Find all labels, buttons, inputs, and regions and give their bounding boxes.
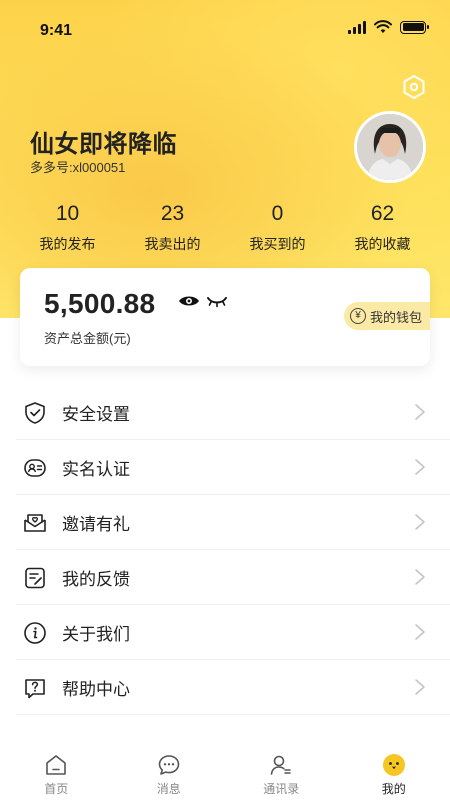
visibility-toggle[interactable] (178, 294, 228, 308)
home-icon (46, 755, 67, 775)
chevron-right-icon (415, 459, 425, 475)
tab-label: 通讯录 (263, 782, 300, 796)
wallet-card: 5,500.88 资产总金额(元) ¥ 我的钱包 (20, 268, 430, 366)
wifi-icon (374, 20, 392, 33)
user-id-label: 多多号: (30, 160, 73, 175)
menu-item-about[interactable]: 关于我们 (0, 605, 450, 660)
signal-icon (348, 20, 366, 34)
stat-bought[interactable]: 0 我买到的 (225, 200, 330, 254)
stat-value: 10 (55, 202, 80, 225)
stat-sold[interactable]: 23 我卖出的 (120, 200, 225, 254)
menu-item-label: 安全设置 (62, 405, 130, 424)
eye-open-icon[interactable] (178, 294, 200, 308)
tab-profile[interactable]: 我的 (338, 745, 450, 800)
stat-value: 23 (160, 202, 185, 225)
tab-contacts[interactable]: 通讯录 (225, 745, 338, 800)
stats-row: 10 我的发布 23 我卖出的 0 我买到的 62 我的收藏 (15, 200, 435, 254)
menu-item-label: 帮助中心 (62, 680, 130, 699)
eye-closed-icon[interactable] (206, 294, 228, 308)
chevron-right-icon (415, 624, 425, 640)
tab-home[interactable]: 首页 (0, 745, 113, 800)
chevron-right-icon (415, 679, 425, 695)
envelope-icon (22, 510, 48, 536)
my-wallet-button[interactable]: ¥ 我的钱包 (343, 302, 430, 330)
stat-value: 62 (370, 202, 395, 225)
chevron-right-icon (415, 569, 425, 585)
stat-label: 我卖出的 (144, 236, 201, 252)
status-icons (348, 20, 429, 34)
avatar-portrait (357, 114, 423, 180)
settings-icon[interactable] (401, 74, 427, 100)
tab-label: 消息 (156, 782, 181, 796)
message-icon (158, 755, 180, 775)
tab-messages[interactable]: 消息 (113, 745, 226, 800)
wallet-label: 资产总金额(元) (44, 331, 131, 346)
stat-favorites[interactable]: 62 我的收藏 (330, 200, 435, 254)
feedback-icon (22, 565, 48, 591)
battery-icon (400, 20, 429, 34)
menu-item-verification[interactable]: 实名认证 (0, 440, 450, 495)
menu-item-label: 邀请有礼 (62, 515, 130, 534)
menu-item-label: 实名认证 (62, 460, 130, 479)
chevron-right-icon (415, 404, 425, 420)
status-bar: 9:41 (0, 0, 450, 60)
stat-label: 我买到的 (249, 236, 306, 252)
shield-icon (22, 400, 48, 426)
contacts-icon (270, 755, 291, 775)
info-icon (22, 620, 48, 646)
tab-label: 首页 (44, 782, 69, 796)
my-wallet-label: 我的钱包 (369, 309, 422, 325)
yen-icon: ¥ (349, 308, 366, 324)
stat-published[interactable]: 10 我的发布 (15, 200, 120, 254)
help-icon (22, 675, 48, 701)
menu-item-security[interactable]: 安全设置 (0, 385, 450, 440)
user-name: 仙女即将降临 (30, 131, 177, 158)
stat-value: 0 (271, 202, 284, 225)
menu-item-help[interactable]: 帮助中心 (0, 660, 450, 715)
menu-item-label: 关于我们 (62, 625, 130, 644)
stat-label: 我的收藏 (354, 236, 411, 252)
stat-label: 我的发布 (39, 236, 96, 252)
wallet-amount: 5,500.88 (44, 288, 156, 319)
tab-label: 我的 (381, 782, 406, 796)
id-card-icon (22, 455, 48, 481)
menu-item-label: 我的反馈 (62, 570, 130, 589)
status-time: 9:41 (40, 22, 73, 39)
user-id: 多多号:xl000051 (30, 157, 125, 176)
tab-bar: 首页 消息 通讯录 我的 (0, 745, 450, 800)
menu-item-feedback[interactable]: 我的反馈 (0, 550, 450, 605)
menu-item-invite[interactable]: 邀请有礼 (0, 495, 450, 550)
profile-icon (382, 754, 405, 776)
user-id-value: xl000051 (72, 160, 126, 175)
avatar[interactable] (354, 111, 426, 183)
settings-menu: 安全设置 实名认证 邀请有礼 我的反馈 关于我们 帮助中心 (0, 385, 450, 715)
chevron-right-icon (415, 514, 425, 530)
